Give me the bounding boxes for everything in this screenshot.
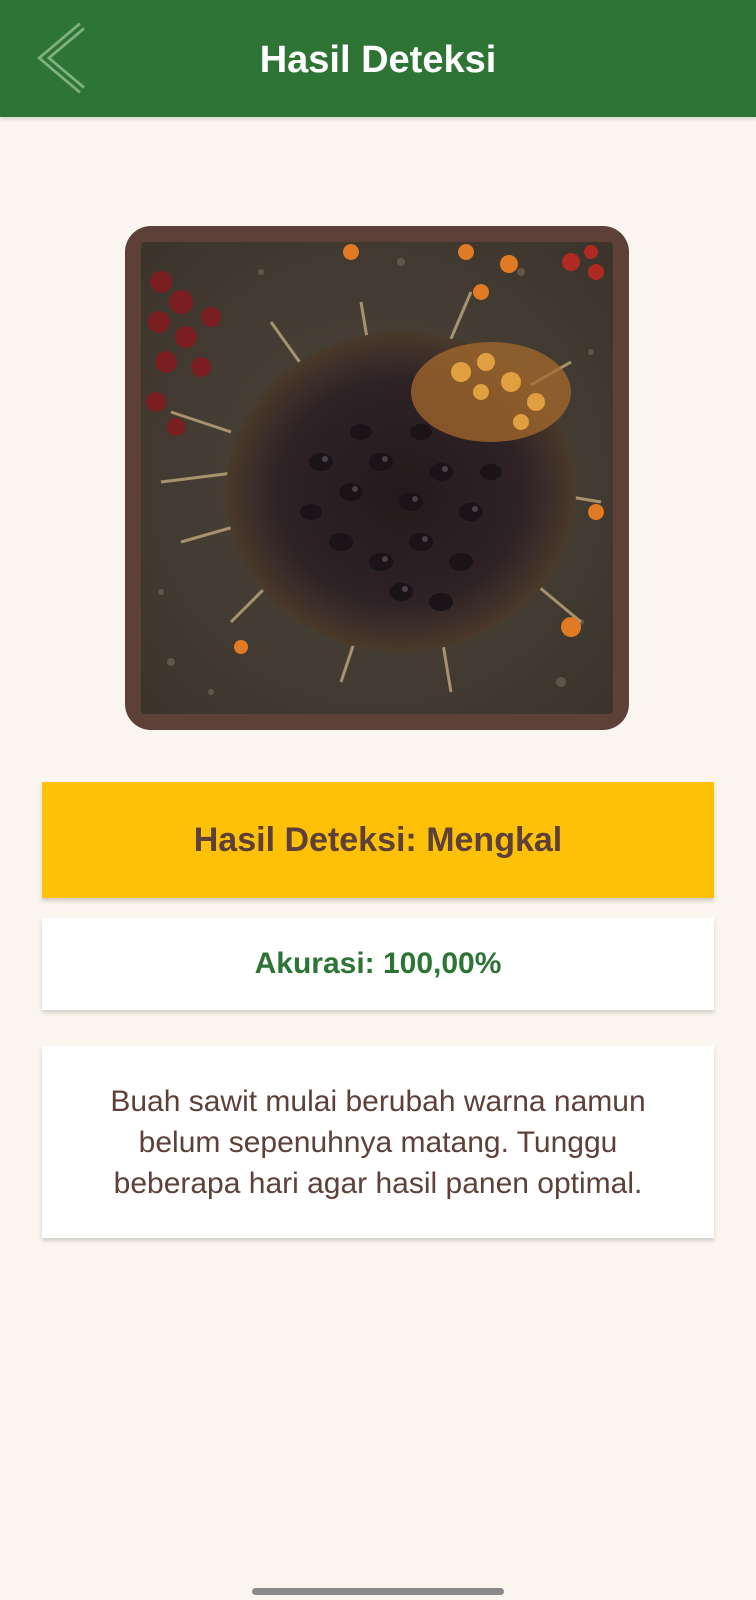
home-indicator[interactable] <box>252 1588 504 1595</box>
detected-image-frame <box>125 226 629 730</box>
page-title: Hasil Deteksi <box>259 39 497 81</box>
description-card: Buah sawit mulai berubah warna namun bel… <box>42 1046 714 1238</box>
detection-result-banner: Hasil Deteksi: Mengkal <box>42 782 714 898</box>
app-bar: Hasil Deteksi <box>0 0 756 117</box>
accuracy-card: Akurasi: 100,00% <box>42 918 714 1010</box>
detection-result-label: Hasil Deteksi: Mengkal <box>193 820 563 859</box>
palm-fruit-image <box>141 242 613 714</box>
description-text: Buah sawit mulai berubah warna namun bel… <box>110 1084 646 1200</box>
accuracy-label: Akurasi: 100,00% <box>254 947 502 980</box>
